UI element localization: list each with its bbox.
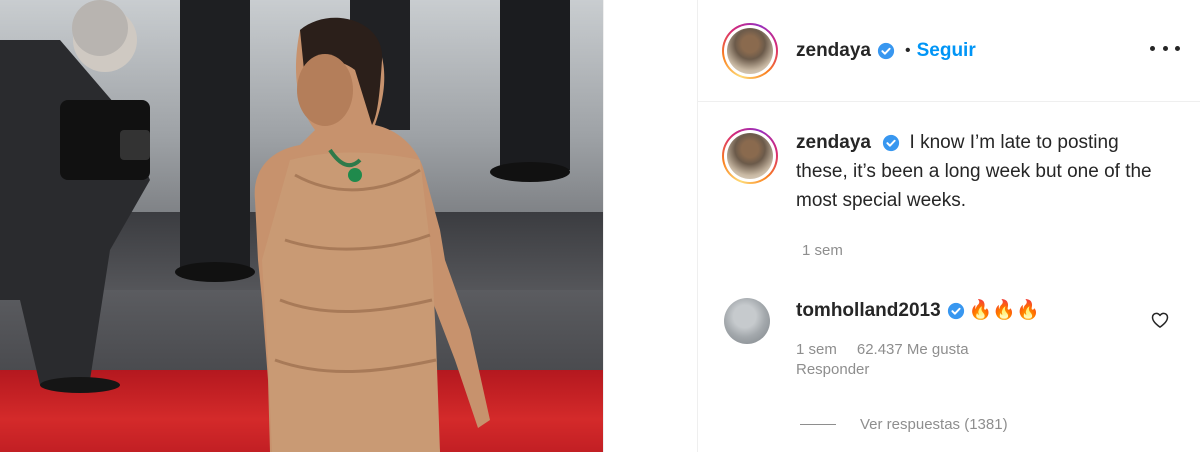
caption-avatar[interactable]	[722, 128, 778, 184]
post-caption: zendaya I know I’m late to posting these…	[722, 128, 1160, 259]
view-replies-label: Ver respuestas (1381)	[860, 416, 1008, 433]
post-side-panel: zendaya • Seguir zendaya I know I’m late…	[698, 0, 1200, 452]
author-avatar[interactable]	[722, 22, 778, 79]
reply-button[interactable]: Responder	[796, 361, 1096, 378]
caption-username[interactable]: zendaya	[796, 132, 871, 153]
caption-avatar-image	[727, 133, 773, 179]
post-header: zendaya • Seguir	[698, 0, 1200, 102]
post-photo[interactable]	[0, 0, 603, 452]
view-replies-button[interactable]: Ver respuestas (1381)	[800, 416, 1008, 433]
more-dot	[1150, 45, 1155, 51]
more-options-icon[interactable]	[1150, 36, 1180, 60]
verified-badge-icon	[877, 42, 895, 60]
author-avatar-image	[727, 27, 773, 74]
caption-timestamp[interactable]: 1 sem	[802, 242, 843, 259]
avatar-ring-inner	[724, 130, 776, 182]
view-replies-line	[800, 424, 836, 425]
more-dot	[1175, 45, 1180, 51]
verified-badge-icon	[882, 134, 900, 152]
comment-body: tomholland2013 🔥🔥🔥 1 sem 62.437 Me gusta…	[796, 297, 1096, 378]
header-separator: •	[904, 41, 911, 59]
avatar-ring-inner	[724, 24, 776, 77]
follow-button[interactable]: Seguir	[917, 40, 976, 62]
comment-timestamp[interactable]: 1 sem	[796, 341, 837, 358]
caption-text-block: zendaya I know I’m late to posting these…	[796, 128, 1156, 215]
heart-icon[interactable]	[1150, 310, 1170, 330]
panel-gap	[604, 0, 697, 452]
comment-text: 🔥🔥🔥	[968, 300, 1040, 321]
more-dot	[1162, 45, 1168, 51]
comment-meta: 1 sem 62.437 Me gusta	[796, 341, 1096, 358]
verified-badge-icon	[947, 302, 965, 320]
comment-likes[interactable]: 62.437 Me gusta	[857, 341, 969, 358]
author-username[interactable]: zendaya	[796, 40, 871, 62]
photo-illustration	[0, 0, 570, 452]
instagram-post: zendaya • Seguir zendaya I know I’m late…	[0, 0, 1200, 452]
comment-line: tomholland2013 🔥🔥🔥	[796, 297, 1096, 325]
commenter-username[interactable]: tomholland2013	[796, 297, 941, 325]
commenter-avatar[interactable]	[724, 298, 770, 344]
